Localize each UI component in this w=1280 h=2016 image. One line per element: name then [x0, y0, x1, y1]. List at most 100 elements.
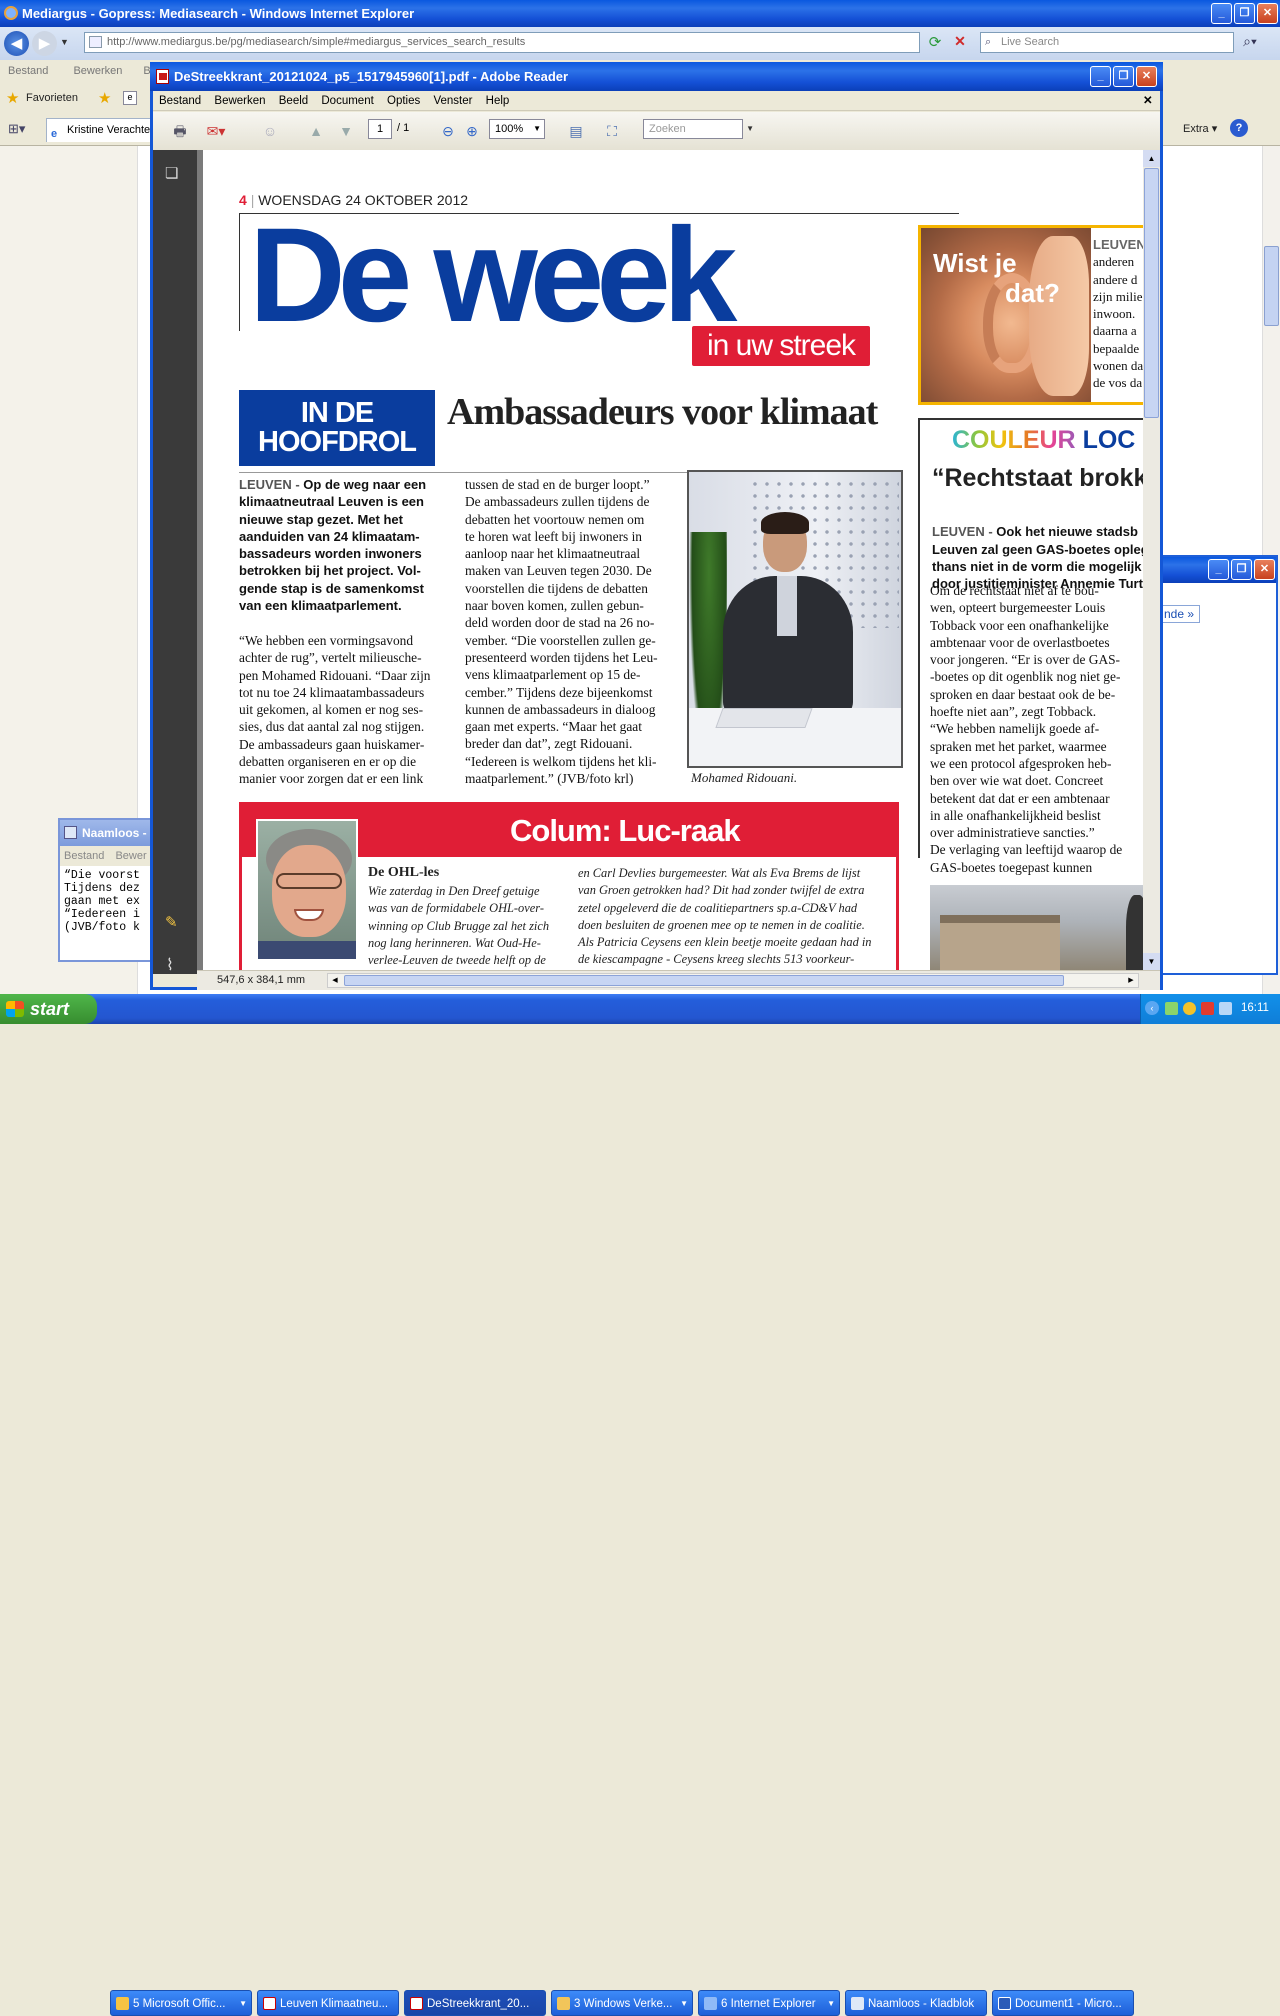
ie-minimize-button[interactable]: _	[1211, 3, 1232, 24]
side-link-text: nde »	[1164, 607, 1195, 621]
reader-menu-item[interactable]: Venster	[433, 95, 472, 107]
tray-alert-icon[interactable]	[1201, 1002, 1214, 1015]
ie-maximize-button[interactable]: ❐	[1234, 3, 1255, 24]
taskbar-item-explorer[interactable]: 3 Windows Verke... ▼	[551, 1990, 693, 2016]
scroll-right-icon[interactable]: ▶	[1124, 974, 1138, 987]
reader-minimize-button[interactable]: _	[1090, 66, 1111, 87]
quick-tabs-icon[interactable]: ⊞▾	[8, 121, 25, 137]
forward-button-icon[interactable]: ▶	[32, 31, 57, 56]
ie-menu-item[interactable]: Bewerken	[73, 65, 122, 77]
tray-network-icon[interactable]	[1165, 1002, 1178, 1015]
reader-menu-item[interactable]: Document	[321, 95, 373, 107]
reader-hscrollbar[interactable]: ◀ ▶	[327, 973, 1139, 988]
fit-page-icon[interactable]: ⛶	[601, 121, 623, 141]
bg-minimize-button[interactable]: _	[1208, 559, 1229, 580]
collaborate-icon[interactable]: ☺	[259, 121, 281, 141]
ie-nav-bar: ◀ ▶ ▼ http://www.mediargus.be/pg/mediase…	[0, 27, 1280, 60]
scroll-left-icon[interactable]: ◀	[328, 974, 342, 987]
taskbar-item-office[interactable]: 5 Microsoft Offic... ▼	[110, 1990, 252, 2016]
ie-tab[interactable]: e Kristine Verachter	[46, 118, 152, 142]
ie-title-bar[interactable]: Mediargus - Gopress: Mediasearch - Windo…	[0, 0, 1280, 27]
live-search-input[interactable]: ⌕ Live Search	[980, 32, 1234, 53]
ie-menu-item[interactable]: Bestand	[8, 65, 48, 77]
address-field[interactable]: http://www.mediargus.be/pg/mediasearch/s…	[84, 32, 920, 53]
ie-scroll-thumb[interactable]	[1264, 246, 1279, 326]
history-dropdown-icon[interactable]: ▼	[60, 37, 69, 47]
reader-menu-item[interactable]: Beeld	[279, 95, 308, 107]
reader-search-input[interactable]: Zoeken ▼	[643, 119, 754, 139]
zoom-out-icon[interactable]: ⊖	[437, 121, 459, 141]
taskbar-item-destreekkrant[interactable]: DeStreekkrant_20...	[404, 1990, 546, 2016]
taskbar-item-ie[interactable]: 6 Internet Explorer ▼	[698, 1990, 840, 2016]
page-size-label: 547,6 x 384,1 mm	[217, 974, 306, 986]
notepad-title-bar[interactable]: Naamloos - ...	[60, 820, 150, 846]
notepad-text[interactable]: “Die voorst Tijdens dez gaan met ex “Ied…	[60, 866, 150, 934]
extra-menu[interactable]: Extra ▾	[1183, 122, 1217, 135]
notepad-menu-item[interactable]: Bewer	[115, 850, 146, 862]
favorites-label[interactable]: Favorieten	[26, 92, 78, 104]
help-icon[interactable]: ?	[1230, 119, 1248, 137]
ie-close-button[interactable]: ✕	[1257, 3, 1278, 24]
attachments-icon[interactable]: ⌇	[166, 955, 186, 975]
doc-close-icon[interactable]: ✕	[1143, 91, 1153, 111]
notepad-line: Tijdens dez	[64, 882, 140, 895]
fit-width-icon[interactable]: ▤	[565, 121, 587, 141]
notepad-menu-item[interactable]: Bestand	[64, 850, 104, 862]
photo-building	[940, 915, 1060, 970]
taskbar: start 5 Microsoft Offic... ▼ Leuven Klima…	[0, 994, 1280, 2016]
reader-menu-item[interactable]: Opties	[387, 95, 420, 107]
search-go-icon[interactable]: ⌕▾	[1238, 33, 1262, 53]
colum-title: Colum: Luc-raak	[510, 813, 741, 848]
taskbar-item-leuven[interactable]: Leuven Klimaatneu...	[257, 1990, 399, 2016]
tray-antivirus-icon[interactable]	[1183, 1002, 1196, 1015]
reader-title-bar[interactable]: DeStreekkrant_20121024_p5_1517945960[1].…	[150, 62, 1163, 91]
taskbar-item-notepad[interactable]: Naamloos - Kladblok	[845, 1990, 987, 2016]
hand-shape	[1029, 236, 1089, 396]
reader-scroll-thumb[interactable]	[1144, 168, 1159, 418]
wist-line: inwoon.	[1093, 306, 1136, 322]
zoom-in-icon[interactable]: ⊕	[461, 121, 483, 141]
reader-vscrollbar[interactable]: ▲ ▼	[1143, 150, 1160, 970]
scroll-down-icon[interactable]: ▼	[1143, 953, 1160, 970]
side-link[interactable]: nde »	[1162, 605, 1200, 623]
taskbar-item-label: Leuven Klimaatneu...	[280, 1998, 389, 2010]
page-number-input[interactable]: 1	[368, 119, 392, 139]
refresh-icon[interactable]: ⟳	[925, 33, 945, 53]
taskbar-item-label: DeStreekkrant_20...	[427, 1998, 530, 2010]
hoofdrol-line-1: IN DE	[300, 397, 374, 429]
ie-feed-icon[interactable]: e	[123, 91, 137, 105]
bg-close-button[interactable]: ✕	[1254, 559, 1275, 580]
bg-maximize-button[interactable]: ❐	[1231, 559, 1252, 580]
lead-city: LEUVEN -	[239, 477, 300, 492]
zoom-select[interactable]: 100% ▼	[489, 119, 545, 139]
print-icon[interactable]: 🖶	[169, 121, 191, 141]
tray-volume-icon[interactable]	[1219, 1002, 1232, 1015]
email-icon[interactable]: ✉▾	[205, 121, 227, 141]
bg-window-right: _ ❐ ✕ nde »	[1160, 555, 1278, 975]
stop-icon[interactable]: ✕	[950, 33, 970, 53]
prev-page-icon[interactable]: ▲	[305, 121, 327, 141]
reader-menu-item[interactable]: Bewerken	[214, 95, 265, 107]
add-favorite-icon[interactable]: ★	[98, 89, 111, 107]
back-button-icon[interactable]: ◀	[4, 31, 29, 56]
favorites-star-icon[interactable]: ★	[6, 89, 19, 107]
reader-close-button[interactable]: ✕	[1136, 66, 1157, 87]
taskbar-item-word[interactable]: Document1 - Micro...	[992, 1990, 1134, 2016]
colum-col-2: en Carl Devlies burgemeester. Wat als Ev…	[578, 866, 872, 967]
reader-nav-panel: ❏ ✎ ⌇	[153, 150, 197, 974]
pages-panel-icon[interactable]: ❏	[165, 164, 183, 184]
pdf-icon	[410, 1997, 423, 2010]
reader-menu-item[interactable]: Bestand	[159, 95, 201, 107]
next-page-icon[interactable]: ▼	[335, 121, 357, 141]
comments-icon[interactable]: ✎	[165, 913, 185, 933]
wist-title-2: dat?	[1005, 278, 1060, 308]
start-button[interactable]: start	[0, 994, 97, 1024]
wist-line: LEUVEN	[1093, 237, 1143, 252]
reader-menu-bar: Bestand Bewerken Beeld Document Opties V…	[153, 91, 1160, 111]
reader-maximize-button[interactable]: ❐	[1113, 66, 1134, 87]
scroll-up-icon[interactable]: ▲	[1143, 150, 1160, 167]
reader-menu-item[interactable]: Help	[486, 95, 510, 107]
hscroll-thumb[interactable]	[344, 975, 1064, 986]
article-headline: Ambassadeurs voor klimaat	[447, 391, 878, 433]
tray-expand-icon[interactable]: ‹	[1145, 1001, 1159, 1015]
